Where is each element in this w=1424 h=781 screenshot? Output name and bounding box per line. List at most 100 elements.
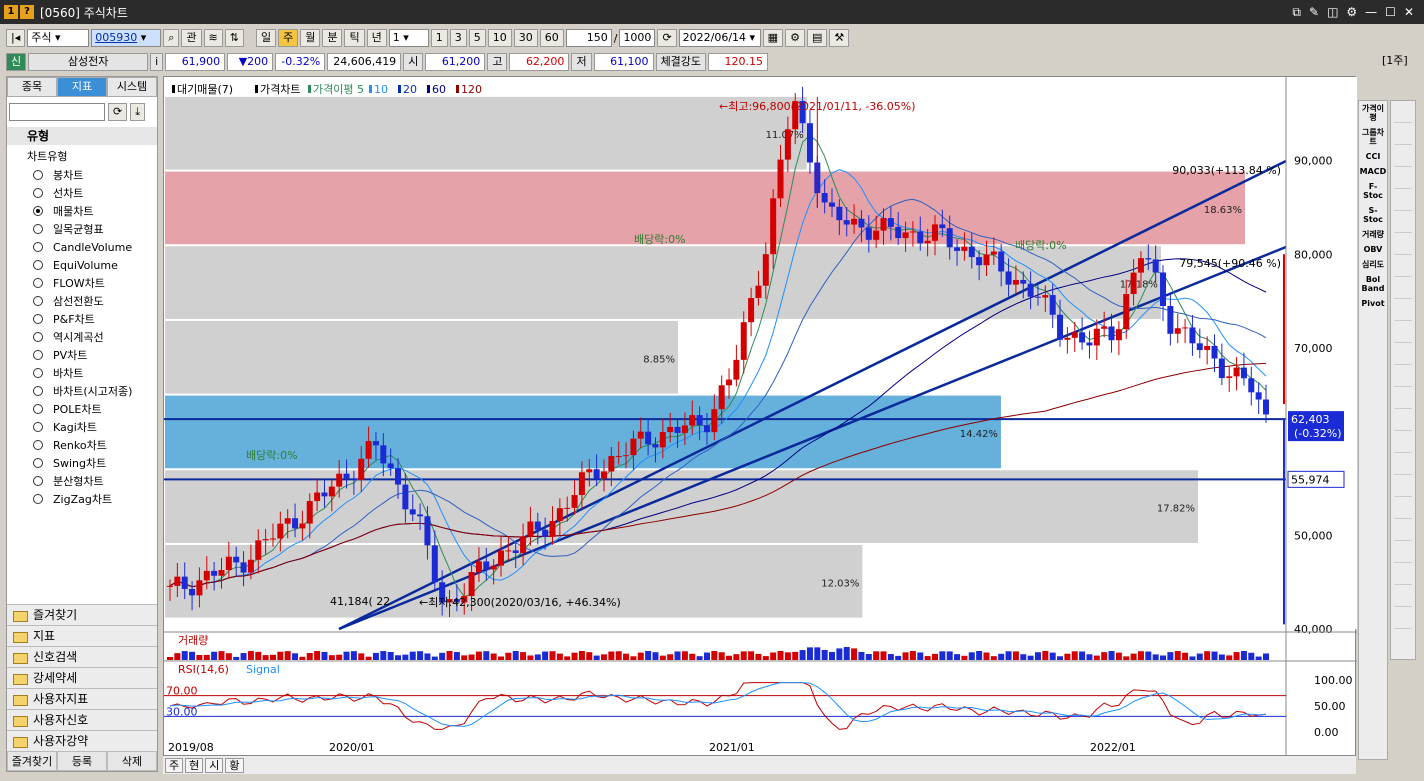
refresh-list-icon[interactable]: ⟳ xyxy=(108,103,128,121)
chart-type-option[interactable]: Renko차트 xyxy=(7,436,157,454)
drawing-tool-icon[interactable] xyxy=(1394,323,1412,343)
left-footer-button[interactable]: 삭제 xyxy=(107,751,157,771)
maximize-button[interactable]: ☐ xyxy=(1385,5,1396,20)
bottom-tab[interactable]: 주 xyxy=(165,757,184,773)
settings-icon[interactable]: ⚙ xyxy=(1346,5,1357,20)
info-icon[interactable]: i xyxy=(150,53,164,71)
drawing-tool-icon[interactable] xyxy=(1394,301,1412,321)
drawing-tool-icon[interactable] xyxy=(1394,345,1412,365)
indicator-shortcut[interactable]: 거래량 xyxy=(1359,230,1387,239)
chart-type-option[interactable]: P&F차트 xyxy=(7,310,157,328)
radio-icon[interactable] xyxy=(33,170,43,180)
chart-type-option[interactable]: Swing차트 xyxy=(7,454,157,472)
chart-svg[interactable]: 12.03% 17.82% 14.42% 8.85% 17.18% 18.63% 11.07… xyxy=(164,77,1357,757)
drawing-tool-icon[interactable] xyxy=(1394,191,1412,211)
link-icon[interactable]: ⧉ xyxy=(1292,5,1301,20)
refresh-icon[interactable]: ⟳ xyxy=(657,29,677,47)
radio-icon[interactable] xyxy=(33,476,43,486)
tree-chart-types[interactable]: 차트유형 xyxy=(7,148,157,166)
chart-type-option[interactable]: POLE차트 xyxy=(7,400,157,418)
save-icon[interactable]: ▤ xyxy=(806,29,828,47)
drawing-tool-icon[interactable] xyxy=(1394,565,1412,585)
drawing-tool-icon[interactable] xyxy=(1394,389,1412,409)
radio-icon[interactable] xyxy=(33,278,43,288)
radio-icon[interactable] xyxy=(33,368,43,378)
gwan-button[interactable]: 관 xyxy=(181,29,202,47)
indicator-shortcut[interactable]: CCI xyxy=(1359,152,1387,161)
quick-interval-button[interactable]: 1 xyxy=(430,29,448,47)
camera-icon[interactable]: ◫ xyxy=(1327,5,1338,20)
quick-interval-button[interactable]: 3 xyxy=(449,29,467,47)
drawing-tool-icon[interactable] xyxy=(1394,455,1412,475)
chart-type-option[interactable]: 바차트(시고저종) xyxy=(7,382,157,400)
indicator-shortcut[interactable]: Bol Band xyxy=(1359,275,1387,293)
drawing-tool-icon[interactable] xyxy=(1394,213,1412,233)
help-icon[interactable]: ? xyxy=(20,5,34,19)
chart-type-option[interactable]: 분산형차트 xyxy=(7,472,157,490)
drawing-tool-icon[interactable] xyxy=(1394,169,1412,189)
indicator-shortcut[interactable]: S-Stoc xyxy=(1359,206,1387,224)
radio-icon[interactable] xyxy=(33,332,43,342)
close-button[interactable]: ✕ xyxy=(1404,5,1414,20)
chart-type-option[interactable]: 삼선전환도 xyxy=(7,292,157,310)
left-section[interactable]: 신호검색 xyxy=(7,646,157,667)
left-footer-button[interactable]: 즐겨찾기 xyxy=(7,751,57,771)
radio-icon[interactable] xyxy=(33,458,43,468)
chart-type-option[interactable]: EquiVolume xyxy=(7,256,157,274)
minimize-button[interactable]: — xyxy=(1365,5,1377,20)
drawing-tool-icon[interactable] xyxy=(1394,521,1412,541)
market-select[interactable]: 주식 ▾ xyxy=(27,29,90,47)
period-button[interactable]: 틱 xyxy=(344,29,365,47)
left-section[interactable]: 즐겨찾기 xyxy=(7,604,157,625)
section-type[interactable]: 유형 xyxy=(7,127,157,145)
radio-icon[interactable] xyxy=(33,242,43,252)
chart-area[interactable]: 12.03% 17.82% 14.42% 8.85% 17.18% 18.63% 11.07… xyxy=(163,76,1357,757)
quick-interval-button[interactable]: 5 xyxy=(468,29,486,47)
period-button[interactable]: 분 xyxy=(322,29,343,47)
prev-first-button[interactable]: |◂ xyxy=(6,29,26,47)
app-number-icon[interactable]: 1 xyxy=(4,5,18,19)
indicator-shortcut[interactable]: OBV xyxy=(1359,245,1387,254)
drawing-tool-icon[interactable] xyxy=(1394,257,1412,277)
left-tab[interactable]: 종목 xyxy=(7,77,57,97)
indicator-shortcut[interactable]: MACD xyxy=(1359,167,1387,176)
chart-type-option[interactable]: 일목균형표 xyxy=(7,220,157,238)
chart-type-option[interactable]: 봉차트 xyxy=(7,166,157,184)
chart-type-option[interactable]: PV차트 xyxy=(7,346,157,364)
bottom-tab[interactable]: 현 xyxy=(185,757,204,773)
count-input[interactable]: 150 xyxy=(565,29,612,47)
radio-icon[interactable] xyxy=(33,422,43,432)
radio-icon[interactable] xyxy=(33,386,43,396)
interval-select[interactable]: 1 ▾ xyxy=(388,29,429,47)
drawing-tool-icon[interactable] xyxy=(1394,103,1412,123)
left-tab[interactable]: 시스템 xyxy=(107,77,157,97)
indicator-shortcut[interactable]: 심리도 xyxy=(1359,260,1387,269)
layer-icon[interactable]: ≋ xyxy=(203,29,223,47)
search-icon[interactable]: ⌕ xyxy=(163,29,180,47)
drawing-tool-icon[interactable] xyxy=(1394,411,1412,431)
period-button[interactable]: 월 xyxy=(300,29,321,47)
chart-type-option[interactable]: 매물차트 xyxy=(7,202,157,220)
drawing-tool-icon[interactable] xyxy=(1394,433,1412,453)
gear-icon[interactable]: ⚙ xyxy=(785,29,805,47)
left-footer-button[interactable]: 등록 xyxy=(57,751,107,771)
quick-interval-button[interactable]: 30 xyxy=(513,29,538,47)
chart-type-option[interactable]: 선차트 xyxy=(7,184,157,202)
left-section[interactable]: 강세약세 xyxy=(7,667,157,688)
radio-icon[interactable] xyxy=(33,350,43,360)
drawing-tool-icon[interactable] xyxy=(1394,235,1412,255)
drawing-tool-icon[interactable] xyxy=(1394,477,1412,497)
radio-icon[interactable] xyxy=(33,224,43,234)
indicator-shortcut[interactable]: Pivot xyxy=(1359,299,1387,308)
indicator-search-input[interactable] xyxy=(9,103,105,121)
drawing-tool-icon[interactable] xyxy=(1394,279,1412,299)
chart-type-option[interactable]: 바차트 xyxy=(7,364,157,382)
radio-icon[interactable] xyxy=(33,404,43,414)
radio-icon[interactable] xyxy=(33,314,43,324)
updown-icon[interactable]: ⇅ xyxy=(224,29,244,47)
drawing-tool-icon[interactable] xyxy=(1394,499,1412,519)
left-tab[interactable]: 지표 xyxy=(57,77,107,97)
drawing-tool-icon[interactable] xyxy=(1394,587,1412,607)
left-section[interactable]: 사용자강약 xyxy=(7,730,157,751)
tools-icon[interactable]: ⚒ xyxy=(829,29,850,47)
